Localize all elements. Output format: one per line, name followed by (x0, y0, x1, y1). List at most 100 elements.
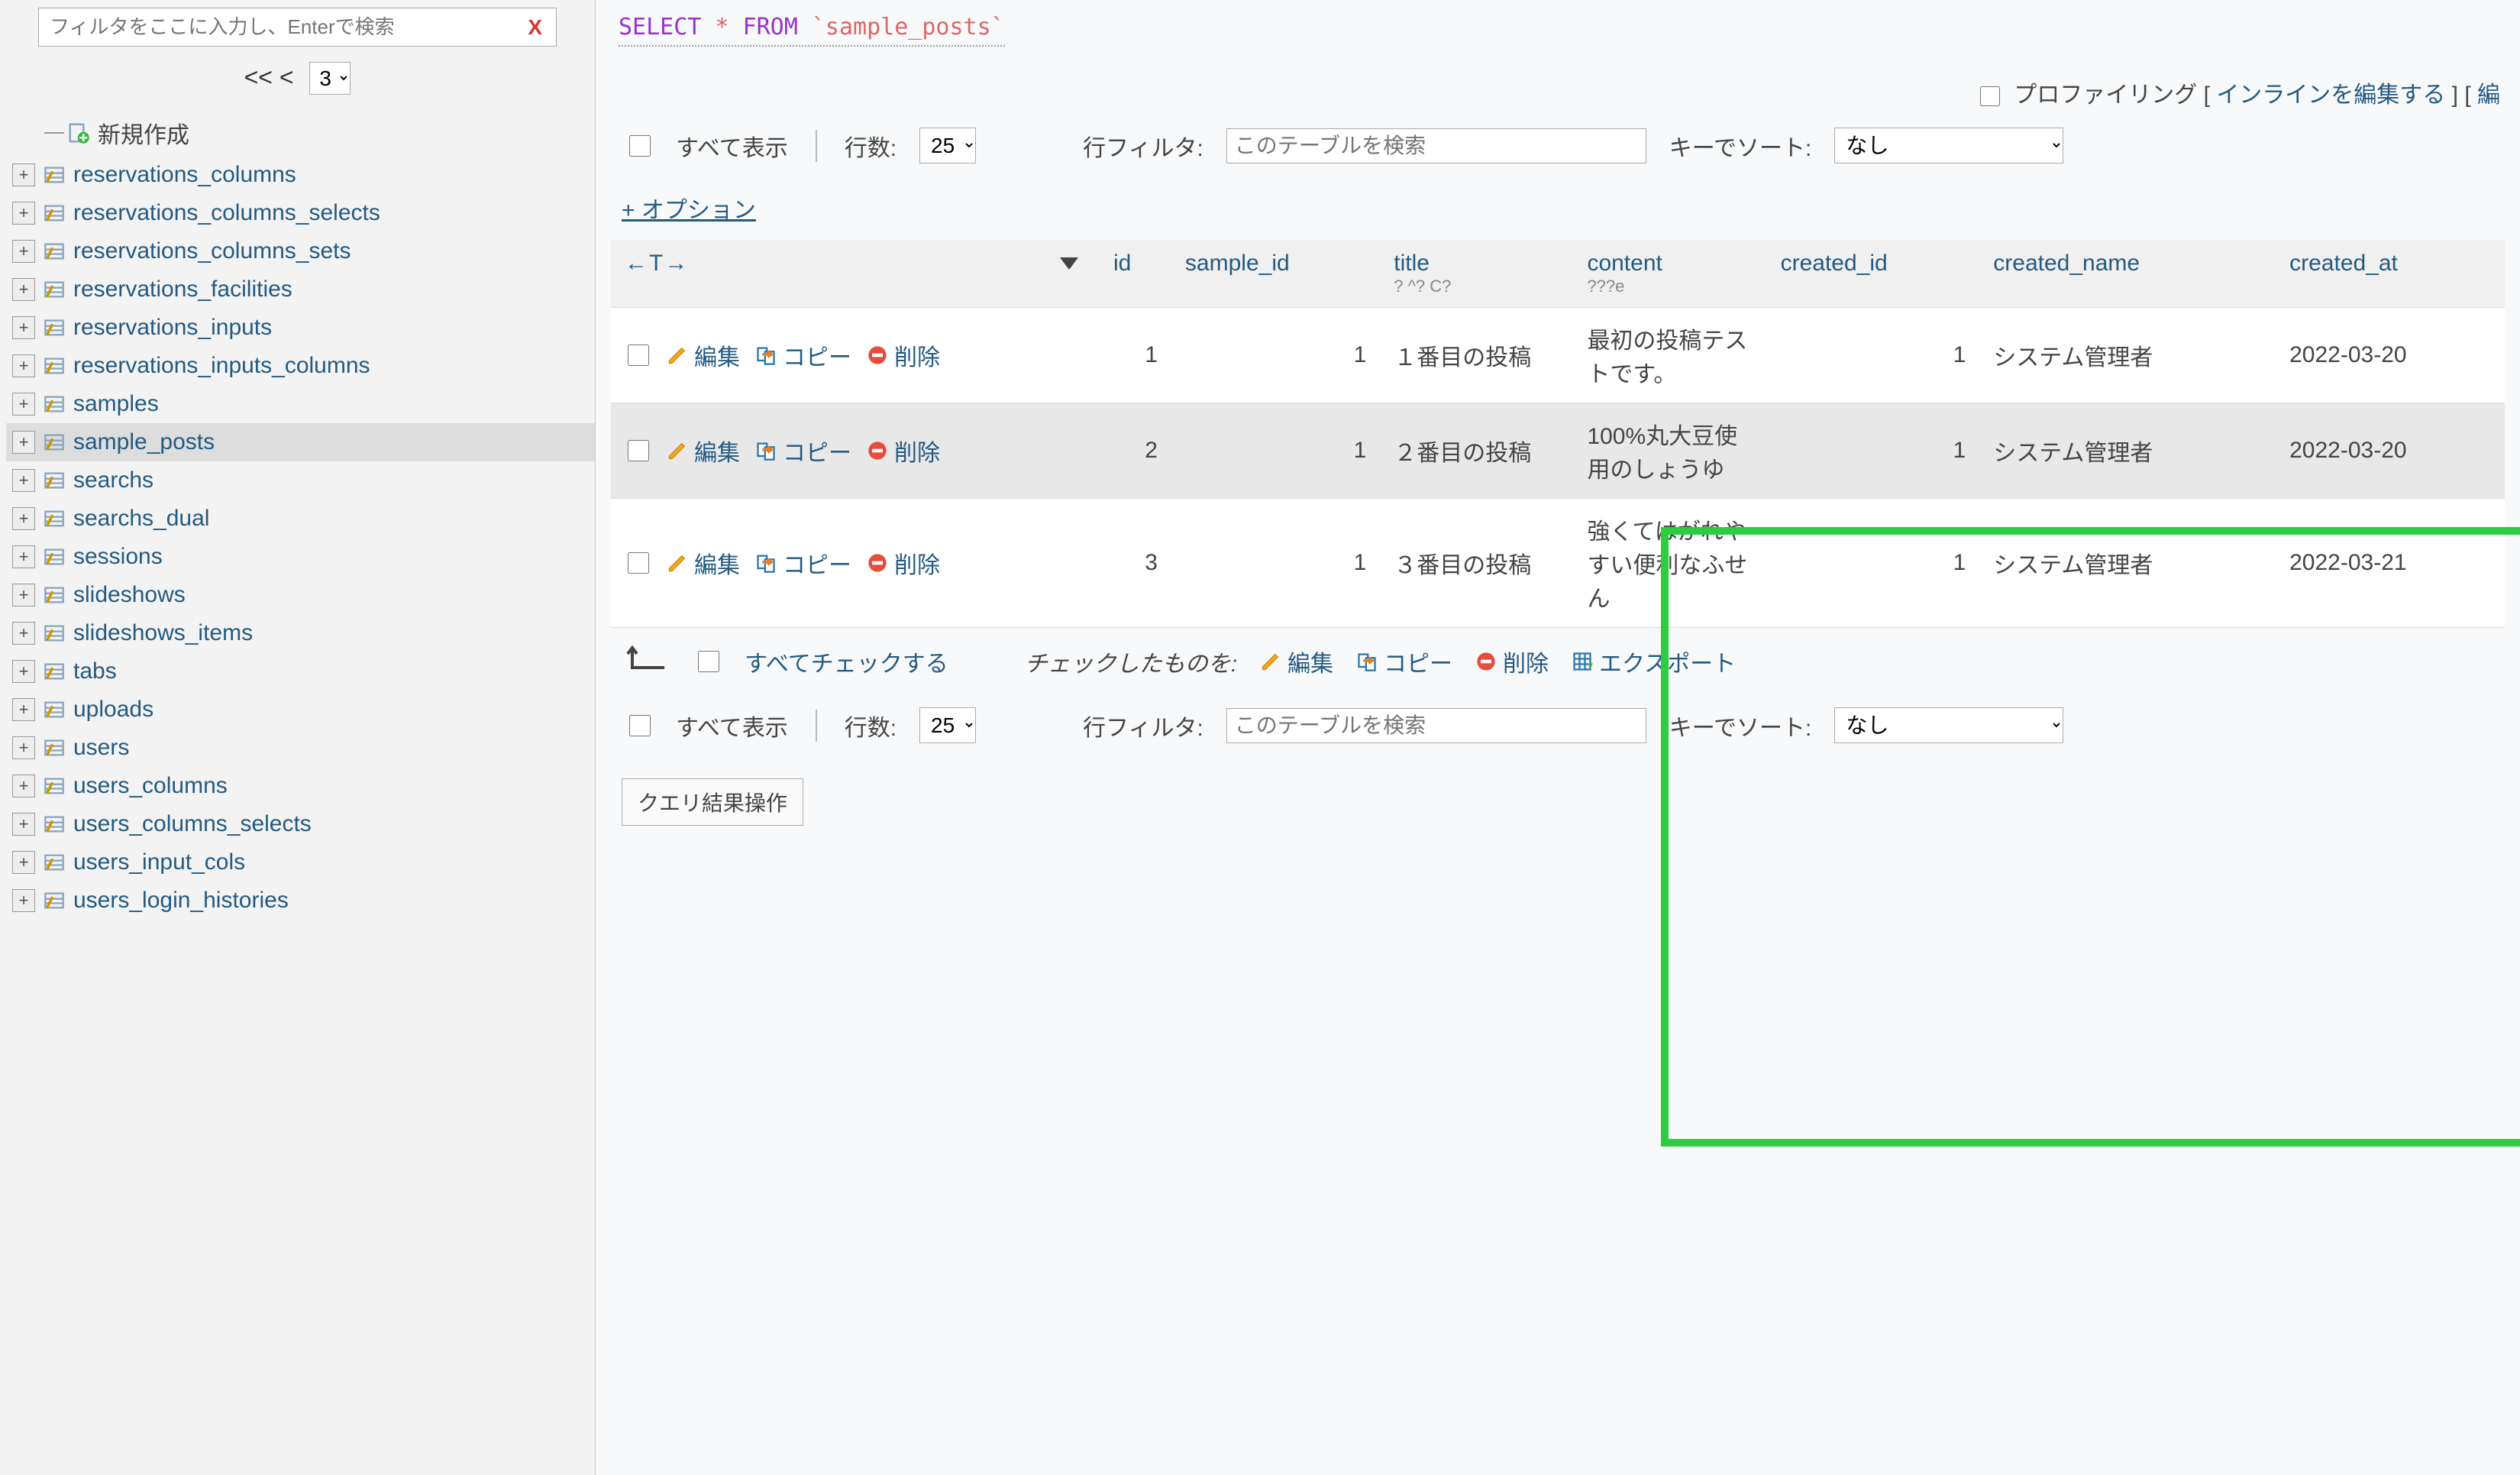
expand-icon[interactable]: + (12, 431, 35, 454)
sidebar-table-uploads[interactable]: +uploads (6, 691, 595, 729)
expand-icon[interactable]: + (12, 316, 35, 339)
expand-icon[interactable]: + (12, 698, 35, 721)
table-label: slideshows_items (73, 620, 595, 646)
row-actions-arrows[interactable]: ←T→ (625, 251, 689, 277)
show-all-checkbox[interactable] (629, 135, 651, 157)
col-title[interactable]: title ? ^? C? (1380, 240, 1573, 308)
row-checkbox[interactable] (628, 552, 649, 574)
table-label: users_login_histories (73, 888, 595, 914)
check-all-checkbox[interactable] (698, 651, 719, 672)
show-all-label-bottom[interactable]: すべて表示 (676, 709, 788, 742)
sidebar-table-searchs[interactable]: +searchs (6, 461, 595, 500)
sql-query-display[interactable]: SELECT * FROM `sample_posts` (619, 14, 1005, 47)
expand-icon[interactable]: + (12, 240, 35, 263)
bulk-export-link[interactable]: エクスポート (1572, 645, 1736, 678)
expand-icon[interactable]: + (12, 813, 35, 836)
profiling-label[interactable]: プロファイリング (2014, 82, 2197, 108)
col-created-at[interactable]: created_at (2276, 240, 2505, 308)
sidebar-table-reservations_inputs_columns[interactable]: +reservations_inputs_columns (6, 347, 595, 385)
expand-icon[interactable]: + (12, 622, 35, 645)
expand-icon[interactable]: + (12, 469, 35, 492)
rowfilter-input-bottom[interactable] (1226, 708, 1646, 743)
expand-icon[interactable]: + (12, 584, 35, 606)
sidebar-table-users[interactable]: +users (6, 729, 595, 767)
query-result-ops-button[interactable]: クエリ結果操作 (622, 778, 803, 826)
sidebar-table-reservations_columns_selects[interactable]: +reservations_columns_selects (6, 194, 595, 232)
sort-select[interactable]: なし (1834, 128, 2063, 163)
table-label: searchs_dual (73, 506, 595, 532)
rows-select[interactable]: 25 (919, 128, 976, 163)
table-icon (43, 889, 66, 912)
new-table-item[interactable]: 新規作成 (6, 110, 595, 156)
sidebar-table-slideshows[interactable]: +slideshows (6, 576, 595, 614)
row-delete-link[interactable]: 削除 (867, 338, 940, 372)
expand-icon[interactable]: + (12, 775, 35, 797)
clear-filter-icon[interactable]: X (523, 15, 547, 40)
sidebar-table-tabs[interactable]: +tabs (6, 652, 595, 691)
row-copy-link[interactable]: コピー (755, 338, 851, 372)
expand-icon[interactable]: + (12, 163, 35, 186)
prev-page-arrows[interactable]: << < (244, 63, 294, 91)
row-edit-link[interactable]: 編集 (667, 546, 740, 580)
table-label: sample_posts (73, 429, 595, 455)
sidebar-table-users_columns[interactable]: +users_columns (6, 767, 595, 805)
bulk-copy-link[interactable]: コピー (1356, 645, 1452, 678)
row-copy-link[interactable]: コピー (755, 434, 851, 467)
table-filter-input[interactable] (48, 15, 523, 40)
expand-icon[interactable]: + (12, 507, 35, 530)
cell-sample-id: 1 (1171, 403, 1380, 499)
row-edit-link[interactable]: 編集 (667, 434, 740, 467)
inline-edit-link[interactable]: インラインを編集する (2216, 82, 2445, 108)
sort-triangle-icon[interactable] (1060, 257, 1078, 270)
copy-icon (755, 344, 777, 366)
col-sample-id[interactable]: sample_id (1171, 240, 1380, 308)
edit-link-partial[interactable]: 編 (2477, 82, 2500, 108)
table-icon (43, 431, 66, 454)
row-checkbox[interactable] (628, 440, 649, 461)
sidebar-table-sessions[interactable]: +sessions (6, 538, 595, 576)
check-all-link[interactable]: すべてチェックする (745, 645, 948, 678)
sidebar-table-reservations_columns_sets[interactable]: +reservations_columns_sets (6, 232, 595, 270)
tree-page-select[interactable]: 3 (309, 62, 351, 95)
options-toggle-link[interactable]: + オプション (622, 191, 756, 225)
sidebar-table-users_columns_selects[interactable]: +users_columns_selects (6, 805, 595, 843)
sidebar-table-searchs_dual[interactable]: + searchs_dual (6, 500, 595, 538)
expand-icon[interactable]: + (12, 393, 35, 416)
separator (816, 710, 817, 742)
row-copy-link[interactable]: コピー (755, 546, 851, 580)
sidebar-table-samples[interactable]: + samples (6, 385, 595, 423)
col-created-name[interactable]: created_name (1979, 240, 2276, 308)
table-label: samples (73, 391, 595, 417)
sidebar-table-reservations_inputs[interactable]: +reservations_inputs (6, 309, 595, 347)
expand-icon[interactable]: + (12, 851, 35, 874)
expand-icon[interactable]: + (12, 545, 35, 568)
expand-icon[interactable]: + (12, 354, 35, 377)
row-edit-link[interactable]: 編集 (667, 338, 740, 372)
col-content[interactable]: content ???e (1573, 240, 1766, 308)
expand-icon[interactable]: + (12, 202, 35, 225)
expand-icon[interactable]: + (12, 278, 35, 301)
sidebar-table-sample_posts[interactable]: + sample_posts (6, 423, 595, 461)
col-id[interactable]: id (1100, 240, 1171, 308)
sidebar-table-reservations_facilities[interactable]: +reservations_facilities (6, 270, 595, 309)
row-checkbox[interactable] (628, 344, 649, 366)
sidebar-table-users_login_histories[interactable]: + users_login_histories (6, 881, 595, 920)
sidebar-table-users_input_cols[interactable]: +users_input_cols (6, 843, 595, 881)
show-all-checkbox-bottom[interactable] (629, 715, 651, 736)
sidebar-table-slideshows_items[interactable]: + slideshows_items (6, 614, 595, 652)
rows-select-bottom[interactable]: 25 (919, 707, 976, 743)
profiling-checkbox[interactable] (1980, 86, 2000, 106)
row-delete-link[interactable]: 削除 (867, 546, 940, 580)
expand-icon[interactable]: + (12, 660, 35, 683)
rowfilter-input[interactable] (1226, 128, 1646, 163)
expand-icon[interactable]: + (12, 889, 35, 912)
row-delete-link[interactable]: 削除 (867, 434, 940, 467)
bulk-edit-link[interactable]: 編集 (1260, 645, 1333, 678)
show-all-label[interactable]: すべて表示 (676, 129, 788, 163)
table-filter-box: X (38, 8, 557, 47)
sort-select-bottom[interactable]: なし (1834, 707, 2063, 743)
bulk-delete-link[interactable]: 削除 (1475, 645, 1549, 678)
col-created-id[interactable]: created_id (1767, 240, 1980, 308)
sidebar-table-reservations_columns[interactable]: +reservations_columns (6, 156, 595, 194)
expand-icon[interactable]: + (12, 736, 35, 759)
